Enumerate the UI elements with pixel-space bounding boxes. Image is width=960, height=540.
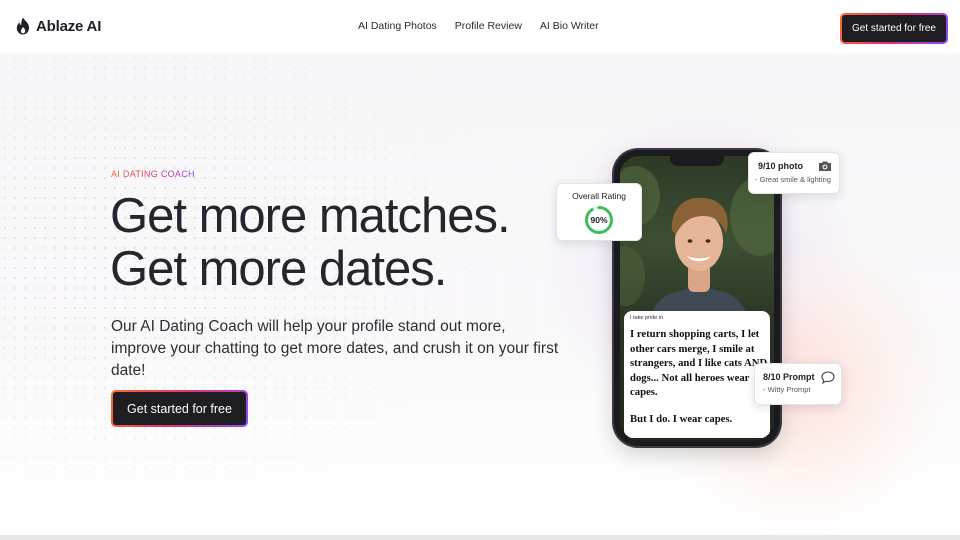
- prompt-card: I take pride in I return shopping carts,…: [624, 311, 770, 438]
- overall-rating-value: 90%: [590, 215, 608, 225]
- prompt-text-closing: But I do. I wear capes.: [630, 413, 733, 425]
- phone-screen: I take pride in I return shopping carts,…: [620, 156, 774, 440]
- hero-headline: Get more matches. Get more dates.: [110, 189, 511, 296]
- photo-rating-card: 9/10 photo - Great smile & lighting: [748, 152, 840, 194]
- overall-rating-card: Overall Rating 90%: [556, 183, 642, 241]
- headline-line-1: Get more matches.: [110, 189, 511, 243]
- profile-photo: [649, 197, 749, 326]
- nav-links: AI Dating Photos Profile Review AI Bio W…: [358, 20, 599, 32]
- chat-bubble-icon: [821, 371, 835, 384]
- nav-link-profile-review[interactable]: Profile Review: [455, 20, 522, 32]
- flame-icon: [16, 17, 30, 35]
- section-divider: [0, 535, 960, 540]
- top-navigation: Ablaze AI AI Dating Photos Profile Revie…: [0, 0, 960, 53]
- photo-rating-title: 9/10 photo: [758, 161, 804, 171]
- photo-rating-subtitle: - Great smile & lighting: [755, 175, 831, 184]
- camera-icon: [819, 161, 831, 171]
- hero-get-started-button[interactable]: Get started for free: [111, 390, 248, 427]
- prompt-rating-card: 8/10 Prompt - Witty Prompt: [754, 363, 842, 405]
- phone-notch: [670, 156, 724, 166]
- headline-line-2: Get more dates.: [110, 242, 447, 296]
- prompt-label: I take pride in: [630, 315, 664, 321]
- nav-link-ai-dating-photos[interactable]: AI Dating Photos: [358, 20, 437, 32]
- nav-link-ai-bio-writer[interactable]: AI Bio Writer: [540, 20, 599, 32]
- nav-get-started-button[interactable]: Get started for free: [840, 13, 948, 44]
- overall-rating-title: Overall Rating: [572, 191, 626, 201]
- prompt-rating-title: 8/10 Prompt: [763, 372, 815, 382]
- hero-eyebrow: AI DATING COACH: [111, 169, 195, 179]
- brand-logo[interactable]: Ablaze AI: [15, 17, 101, 35]
- brand-name: Ablaze AI: [36, 17, 102, 35]
- prompt-text: I return shopping carts, I let other car…: [630, 328, 768, 398]
- foliage: [620, 246, 645, 306]
- hero-subtitle: Our AI Dating Coach will help your profi…: [111, 318, 559, 379]
- prompt-rating-subtitle: - Witty Prompt: [763, 385, 811, 394]
